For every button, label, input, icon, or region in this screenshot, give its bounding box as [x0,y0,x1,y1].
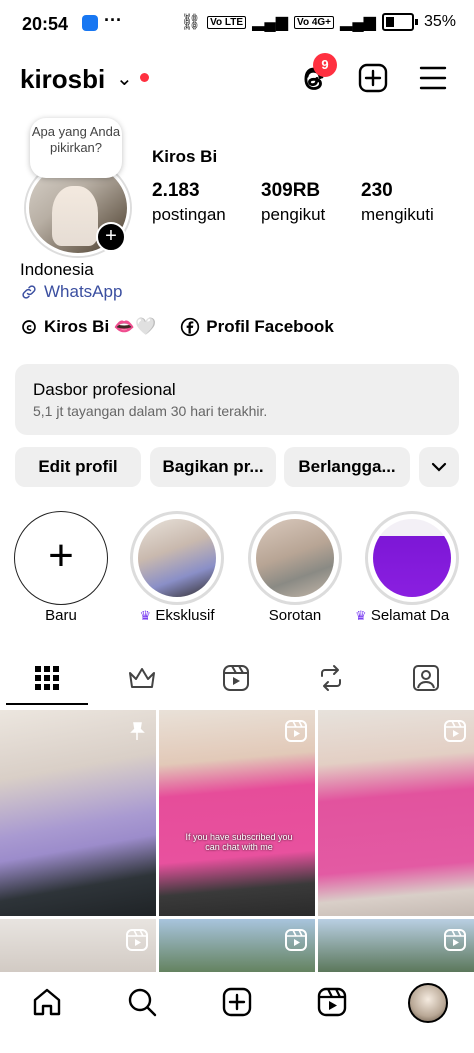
avatar-figure [52,186,98,246]
reel-icon [285,720,307,742]
highlight-label-welcome: ♛ Selamat Da [355,607,450,624]
chevron-down-icon [431,462,447,472]
notification-badge: 9 [313,53,337,77]
signal-icon: ▂▄▆ [252,14,289,31]
sim2-badge: Vo 4G+ [294,15,335,29]
share-profile-button[interactable]: Bagikan pr... [150,447,276,487]
followers-count[interactable]: 309RB [261,180,320,202]
highlight-welcome[interactable] [365,511,459,605]
active-tab-indicator [6,703,88,705]
tab-reposts[interactable] [311,658,351,698]
chevron-down-button[interactable] [419,447,459,487]
threads-handle[interactable]: Kiros Bi 👄🤍 [44,317,156,337]
home-icon[interactable] [31,986,63,1018]
highlight-label-new: Baru [45,607,77,624]
crown-icon: ♛ [139,608,152,623]
reel-icon [444,929,466,951]
new-dot [140,73,149,82]
highlight-exclusive[interactable] [130,511,224,605]
link-icon [22,285,36,299]
battery-percent: 35% [423,13,456,30]
highlight-label-exclusive: ♛ Eksklusif [139,607,215,624]
tab-reels[interactable] [216,658,256,698]
highlight-label-sorotan: Sorotan [268,607,322,624]
grid-post-1[interactable] [0,710,156,916]
link-icon: ⛓ [180,14,202,31]
status-more-dots: ··· [104,10,122,30]
link-text[interactable]: WhatsApp [44,282,122,302]
dashboard-title: Dasbor profesional [33,380,176,399]
grid-post-2[interactable]: If you have subscribed you can chat with… [159,710,315,916]
username[interactable]: kirosbi [20,64,105,95]
status-right: ⛓ Vo LTE ▂▄▆ Vo 4G+ ▂▄▆ 35% [181,12,456,32]
profile-name: Kiros Bi [152,147,218,166]
tab-posts[interactable] [27,658,67,698]
facebook-profile-link[interactable]: Profil Facebook [206,317,334,337]
highlight-exclusive-image [138,519,216,597]
new-highlight-button[interactable]: + [14,511,108,605]
create-icon[interactable] [357,62,389,94]
note-bubble[interactable]: Apa yang Anda pikirkan? [30,118,122,178]
profile-nav-avatar[interactable] [408,983,448,1023]
crown-outline-icon [129,668,155,688]
following-label[interactable]: mengikuti [361,205,434,225]
highlight-sorotan-image [256,519,334,597]
profile-link[interactable]: WhatsApp [20,282,122,302]
social-links: Kiros Bi 👄🤍 Profil Facebook [20,317,334,337]
facebook-app-icon [82,15,98,31]
tab-tagged[interactable] [406,658,446,698]
subscribe-button[interactable]: Berlangga... [284,447,410,487]
add-story-icon[interactable]: + [96,222,126,252]
grid-post-4[interactable] [0,919,156,979]
crown-icon: ♛ [355,608,367,623]
menu-icon[interactable] [418,64,448,92]
threads-small-icon [22,320,36,334]
status-bar: 20:54 ··· ⛓ Vo LTE ▂▄▆ Vo 4G+ ▂▄▆ 35% [0,0,474,48]
posts-count[interactable]: 2.183 [152,180,200,202]
tagged-icon [413,665,439,691]
grid-post-3[interactable] [318,710,474,916]
pin-icon [130,722,145,740]
battery-icon [381,13,414,31]
grid-icon [35,666,59,690]
create-post-icon[interactable] [221,986,253,1018]
profile-location: Indonesia [20,260,94,279]
followers-label[interactable]: pengikut [261,205,325,225]
grid-post-6[interactable] [318,919,474,979]
reels-icon [223,665,249,691]
grid-post-5[interactable] [159,919,315,979]
reels-nav-icon[interactable] [316,986,348,1018]
search-icon[interactable] [126,986,158,1018]
chevron-down-icon[interactable]: ⌄ [116,66,133,91]
sim1-badge: Vo LTE [207,15,247,29]
reel-icon [126,929,148,951]
highlight-welcome-image [373,519,451,597]
repost-icon [321,665,341,691]
status-time: 20:54 [22,14,69,34]
following-count[interactable]: 230 [361,180,393,202]
reel-icon [285,929,307,951]
reel-icon [444,720,466,742]
signal-icon-2: ▂▄▆ [340,14,376,31]
facebook-icon [181,317,200,337]
dashboard-subtitle: 5,1 jt tayangan dalam 30 hari terakhir. [33,403,268,419]
edit-profile-button[interactable]: Edit profil [15,447,141,487]
posts-label[interactable]: postingan [152,205,226,225]
post-caption: If you have subscribed you can chat with… [185,832,293,852]
highlight-sorotan[interactable] [248,511,342,605]
tab-exclusive[interactable] [122,658,162,698]
